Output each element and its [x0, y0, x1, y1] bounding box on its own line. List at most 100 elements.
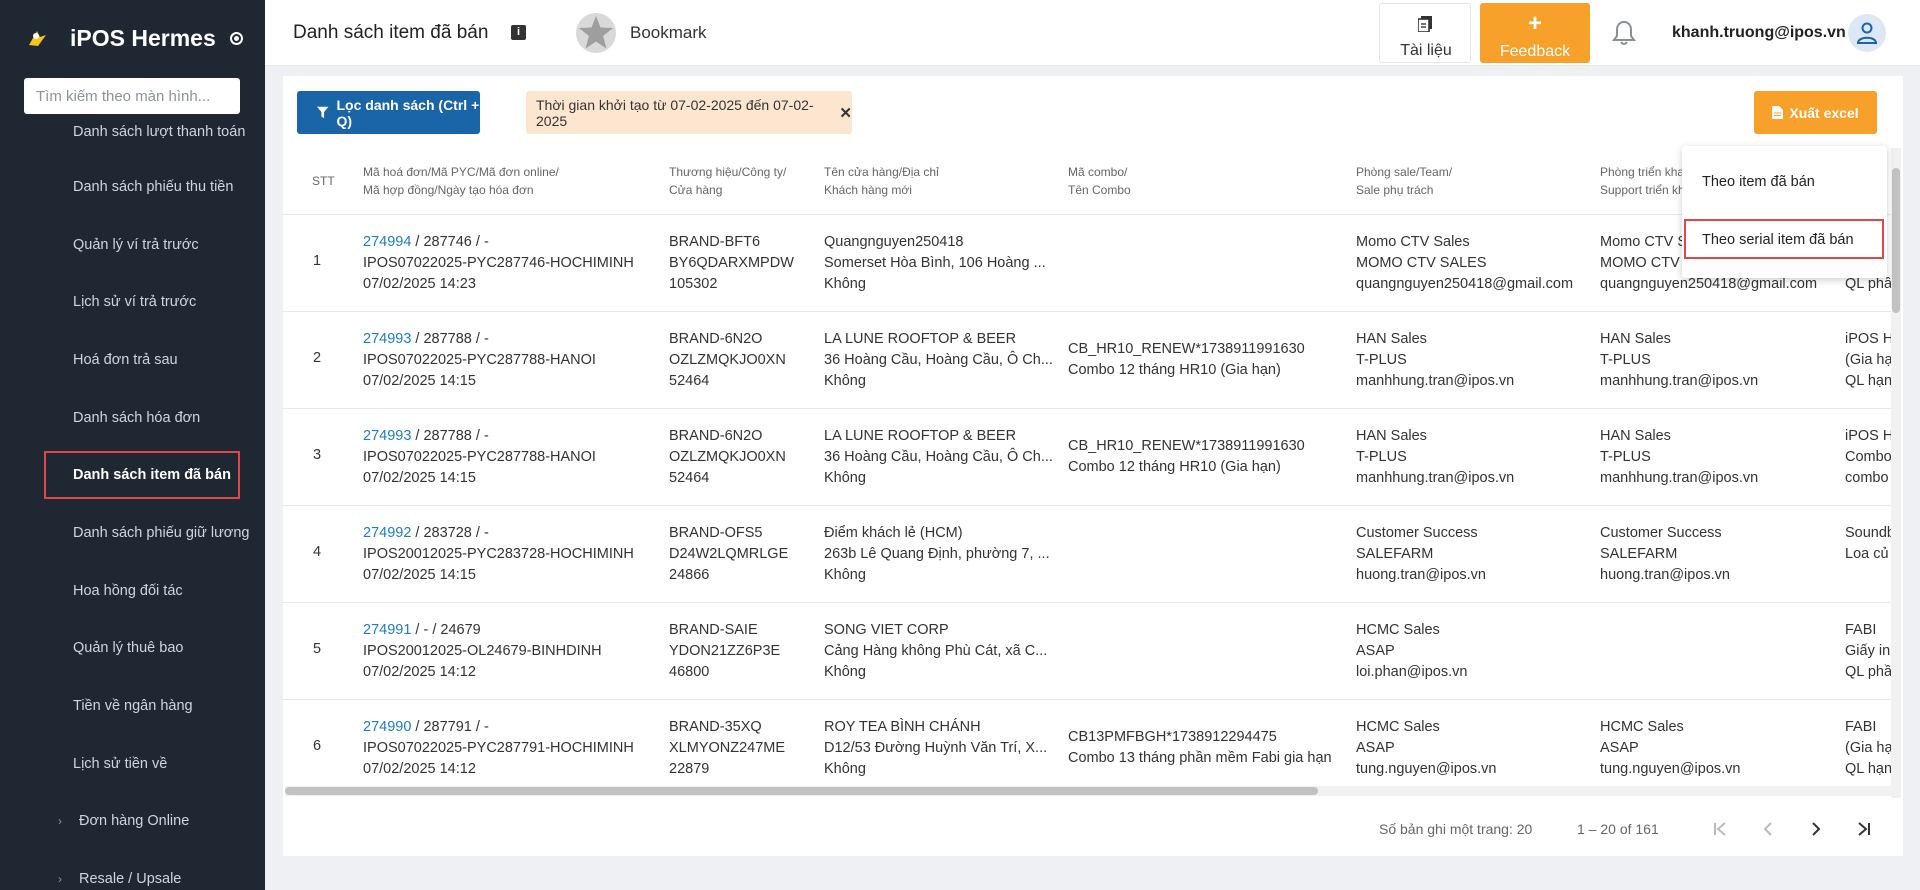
- table-row[interactable]: 3 274993 / 287788 / - IPOS07022025-PYC2877…: [283, 408, 1893, 505]
- invoice-link[interactable]: 274991: [363, 622, 411, 638]
- sidebar-item-subscriptions[interactable]: Quản lý thuê bao: [0, 620, 265, 678]
- sidebar-item-invoices[interactable]: Danh sách hóa đơn: [0, 389, 265, 447]
- cell-line: Customer Success: [1600, 525, 1722, 541]
- menu-item-by-serial-item[interactable]: Theo serial item đã bán: [1682, 212, 1887, 268]
- bookmark-label[interactable]: Bookmark: [630, 23, 707, 43]
- contract-code: IPOS20012025-PYC283728-HOCHIMINH: [363, 546, 634, 562]
- cell-line: SALEFARM: [1356, 546, 1434, 562]
- header-text: Thương hiệu/Công ty/: [669, 165, 787, 179]
- sidebar-item-sold-items[interactable]: Danh sách item đã bán: [0, 446, 265, 504]
- sidebar-item-label: Danh sách phiếu thu tiền: [73, 178, 234, 195]
- user-icon: [1857, 22, 1877, 44]
- invoice-codes: / 283728 / -: [411, 525, 489, 541]
- scrollbar-thumb[interactable]: [285, 787, 1318, 795]
- next-page-icon[interactable]: [1802, 815, 1830, 843]
- cell-line: BRAND-6N2O: [669, 331, 763, 347]
- sidebar-item-prepaid-wallet[interactable]: Quản lý ví trả trước: [0, 216, 265, 274]
- user-email[interactable]: khanh.truong@ipos.vn: [1672, 24, 1846, 42]
- prev-page-icon[interactable]: [1754, 815, 1782, 843]
- sidebar-item-partner-commission[interactable]: Hoa hồng đối tác: [0, 562, 265, 620]
- first-page-icon[interactable]: [1707, 815, 1735, 843]
- table-cell: BRAND-35XQ XLMYONZ247ME 22879: [669, 717, 785, 780]
- cell-line: 52464: [669, 470, 710, 486]
- table-row[interactable]: 5 274991 / - / 24679 IPOS20012025-OL24679-…: [283, 602, 1892, 699]
- cell-line: 24866: [669, 567, 710, 583]
- row-stt: 4: [313, 544, 322, 560]
- sidebar-pin-icon[interactable]: [229, 31, 243, 45]
- content-card: Lọc danh sách (Ctrl + Q) Thời gian khởi …: [283, 76, 1903, 856]
- invoice-link[interactable]: 274993: [363, 331, 411, 347]
- table-cell: ROY TEA BÌNH CHÁNH D12/53 Đường Huỳnh Văn…: [824, 717, 1047, 780]
- close-icon[interactable]: ✕: [839, 104, 852, 122]
- contract-code: IPOS07022025-PYC287746-HOCHIMINH: [363, 255, 634, 271]
- horizontal-scrollbar[interactable]: [285, 786, 1891, 796]
- star-icon[interactable]: [575, 12, 617, 54]
- table-cell: FABI Giấy in QL phầ: [1845, 620, 1892, 683]
- table-cell: HAN Sales T-PLUS manhhung.tran@ipos.vn: [1356, 426, 1514, 489]
- cell-line: T-PLUS: [1356, 352, 1407, 368]
- filter-label: Lọc danh sách (Ctrl + Q): [336, 96, 480, 129]
- cell-line: BY6QDARXMPDW: [669, 255, 794, 271]
- sidebar-group-online-orders[interactable]: › Đơn hàng Online: [0, 793, 265, 851]
- invoice-cell: 274994 / 287746 / - IPOS07022025-PYC28774…: [363, 232, 634, 295]
- sidebar-item-postpaid-invoice[interactable]: Hoá đơn trả sau: [0, 331, 265, 389]
- scrollbar-thumb[interactable]: [1892, 168, 1900, 313]
- sidebar-item-label: Đơn hàng Online: [79, 813, 190, 830]
- table-cell: Customer Success SALEFARM huong.tran@ipos.…: [1600, 523, 1730, 586]
- table-cell: HCMC Sales ASAP tung.nguyen@ipos.vn: [1356, 717, 1496, 780]
- table-row[interactable]: 4 274992 / 283728 / - IPOS20012025-PYC2837…: [283, 505, 1895, 602]
- table-row[interactable]: 1 274994 / 287746 / - IPOS07022025-PYC2877…: [283, 214, 1892, 311]
- info-icon[interactable]: i: [511, 25, 526, 40]
- filter-button[interactable]: Lọc danh sách (Ctrl + Q): [297, 91, 480, 134]
- sidebar-item-prepaid-history[interactable]: Lịch sử ví trả trước: [0, 273, 265, 331]
- header-text: Support triển kh: [1600, 183, 1685, 197]
- invoice-cell: 274990 / 287791 / - IPOS07022025-PYC28779…: [363, 717, 634, 780]
- sidebar-group-resale[interactable]: › Resale / Upsale: [0, 850, 265, 890]
- invoice-link[interactable]: 274990: [363, 719, 411, 735]
- invoice-line: 274992 / 283728 / -: [363, 523, 634, 544]
- page-size-label[interactable]: Số bản ghi một trang: 20: [1379, 821, 1532, 837]
- sidebar-item-receipts[interactable]: Danh sách phiếu thu tiền: [0, 158, 265, 216]
- table-cell: LA LUNE ROOFTOP & BEER 36 Hoàng Cầu, Hoàn…: [824, 426, 1053, 489]
- row-stt: 5: [313, 641, 322, 657]
- invoice-cell: 274991 / - / 24679 IPOS20012025-OL24679-B…: [363, 620, 602, 683]
- table-cell: BRAND-OFS5 D24W2LQMRLGE 24866: [669, 523, 788, 586]
- invoice-codes: / 287788 / -: [411, 331, 489, 347]
- vertical-scrollbar[interactable]: [1891, 148, 1901, 798]
- last-page-icon[interactable]: [1849, 815, 1877, 843]
- invoice-line: 274993 / 287788 / -: [363, 329, 596, 350]
- menu-item-by-sold-item[interactable]: Theo item đã bán: [1682, 154, 1887, 210]
- cell-line: LA LUNE ROOFTOP & BEER: [824, 428, 1017, 444]
- page-title: Danh sách item đã bán: [293, 22, 489, 43]
- invoice-link[interactable]: 274994: [363, 234, 411, 250]
- column-header-deploy: Phòng triển kha Support triển kh: [1600, 163, 1685, 199]
- cell-line: Combo 13 tháng phần mềm Fabi gia hạn: [1068, 750, 1332, 766]
- table-row[interactable]: 6 274990 / 287791 / - IPOS07022025-PYC2877…: [283, 699, 1893, 796]
- sidebar-item-bank-receipts[interactable]: Tiền về ngân hàng: [0, 677, 265, 735]
- bell-icon[interactable]: [1612, 20, 1636, 46]
- cell-line: CB13PMFBGH*1738912294475: [1068, 729, 1277, 745]
- table-cell: BRAND-BFT6 BY6QDARXMPDW 105302: [669, 232, 794, 295]
- cell-line: MOMO CTV SALES: [1356, 255, 1487, 271]
- cell-line: Soundb: [1845, 525, 1895, 541]
- sidebar-item-label: Quản lý thuê bao: [73, 640, 184, 657]
- docs-button[interactable]: Tài liệu: [1379, 3, 1471, 63]
- invoice-link[interactable]: 274993: [363, 428, 411, 444]
- header-text: Cửa hàng: [669, 183, 723, 197]
- avatar[interactable]: [1848, 14, 1886, 52]
- table-cell: iPOS H Combo combo: [1845, 426, 1893, 489]
- export-excel-button[interactable]: Xuất excel: [1754, 91, 1877, 134]
- cell-line: 36 Hoàng Cầu, Hoàng Cầu, Ô Ch...: [824, 449, 1053, 465]
- sidebar-item-receipt-history[interactable]: Lịch sử tiền về: [0, 735, 265, 793]
- table-cell: Soundb Loa củ: [1845, 523, 1895, 586]
- document-icon: [1418, 16, 1432, 32]
- sidebar-search-input[interactable]: [24, 78, 240, 114]
- feedback-button[interactable]: + Feedback: [1480, 3, 1590, 63]
- invoice-link[interactable]: 274992: [363, 525, 411, 541]
- sidebar-item-salary-hold[interactable]: Danh sách phiếu giữ lương: [0, 504, 265, 562]
- table-cell: LA LUNE ROOFTOP & BEER 36 Hoàng Cầu, Hoàn…: [824, 329, 1053, 392]
- table-row[interactable]: 2 274993 / 287788 / - IPOS07022025-PYC2877…: [283, 311, 1893, 408]
- cell-line: manhhung.tran@ipos.vn: [1356, 373, 1515, 389]
- cell-line: 46800: [669, 664, 710, 680]
- invoice-date: 07/02/2025 14:15: [363, 567, 476, 583]
